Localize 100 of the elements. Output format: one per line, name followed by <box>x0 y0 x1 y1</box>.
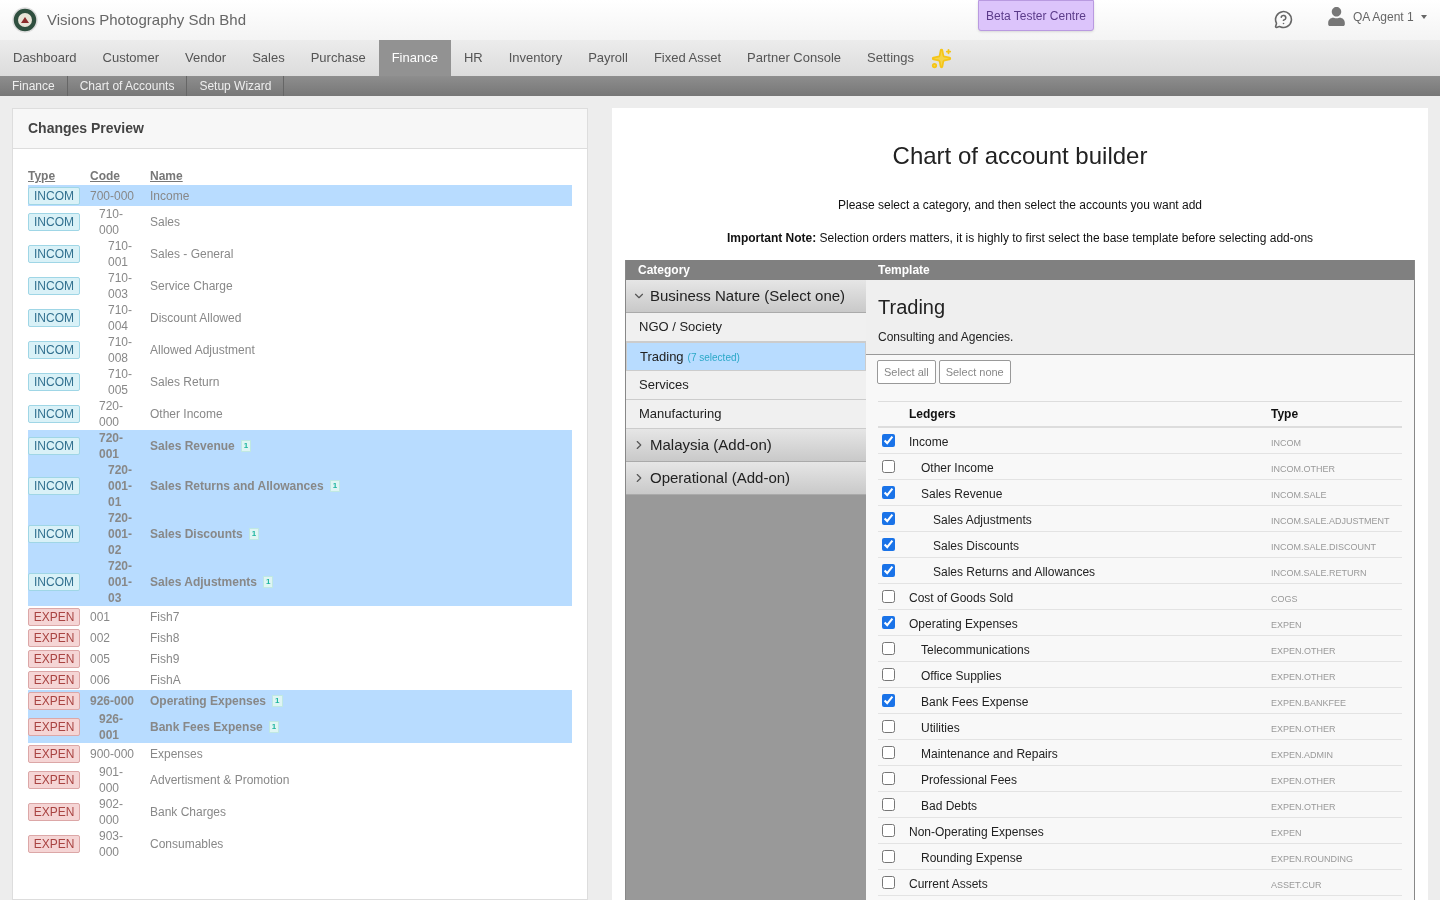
account-name: Sales Revenue <box>150 438 235 454</box>
user-menu[interactable]: QA Agent 1 <box>1327 7 1427 26</box>
column-header[interactable]: Name <box>150 167 183 185</box>
instruction-text: Please select a category, and then select the accounts you want add <box>838 197 1202 214</box>
category-item[interactable]: Services <box>626 371 866 400</box>
ledger-type: INCOM.SALE.ADJUSTMENT <box>1271 515 1390 526</box>
nav-tab[interactable]: Settings <box>854 40 928 76</box>
ledger-name: Bank Fees Expense <box>921 694 1029 709</box>
select-button[interactable]: Select all <box>877 360 936 384</box>
nav-tab[interactable]: Sales <box>239 40 298 76</box>
help-chat-icon[interactable] <box>1274 10 1293 29</box>
type-badge: INCOM <box>28 525 80 543</box>
ledger-type: EXPEN.OTHER <box>1271 645 1336 656</box>
ledger-name: Telecommunications <box>921 642 1030 657</box>
template-description: Consulting and Agencies. <box>878 329 1015 346</box>
ledger-checkbox[interactable] <box>882 460 895 473</box>
ledger-name: Rounding Expense <box>921 850 1023 865</box>
ledger-checkbox[interactable] <box>882 694 895 707</box>
account-code: 926-001 <box>99 711 125 743</box>
column-header[interactable]: Type <box>28 167 90 185</box>
account-name: Consumables <box>150 836 224 852</box>
type-badge: INCOM <box>28 186 80 205</box>
nav-tab[interactable]: Dashboard <box>0 40 90 76</box>
type-badge: EXPEN <box>28 718 80 736</box>
nav-tab[interactable]: Fixed Asset <box>640 40 735 76</box>
ledger-checkbox[interactable] <box>882 538 895 551</box>
column-header[interactable]: Code <box>90 167 150 185</box>
ledger-checkbox[interactable] <box>882 746 895 759</box>
ledger-checkbox[interactable] <box>882 486 895 499</box>
account-name: Advertisment & Promotion <box>150 772 290 788</box>
account-name: Allowed Adjustment <box>150 342 255 358</box>
category-group-header[interactable]: Business Nature (Select one) <box>626 280 866 313</box>
account-name: Fish8 <box>150 629 180 646</box>
ledger-name: Current Assets <box>909 876 988 891</box>
column-header: Type <box>1271 406 1300 423</box>
ledger-checkbox[interactable] <box>882 824 895 837</box>
beta-tester-button[interactable]: Beta Tester Centre <box>978 0 1094 31</box>
category-group-header[interactable]: Operational (Add-on) <box>626 462 866 495</box>
count-badge: 1 <box>329 480 341 492</box>
type-badge: EXPEN <box>28 771 80 789</box>
ledger-checkbox[interactable] <box>882 850 895 863</box>
nav-tab[interactable]: Purchase <box>297 40 379 76</box>
ledger-checkbox[interactable] <box>882 668 895 681</box>
category-item[interactable]: Trading (7 selected) <box>626 342 866 371</box>
account-code: 710-003 <box>108 270 134 302</box>
ledger-checkbox[interactable] <box>882 642 895 655</box>
select-button[interactable]: Select none <box>938 360 1011 384</box>
breadcrumb-link[interactable]: Chart of Accounts <box>67 76 188 96</box>
ledger-checkbox[interactable] <box>882 616 895 629</box>
nav-tab[interactable]: HR <box>450 40 496 76</box>
account-name: Income <box>150 187 190 204</box>
type-badge: EXPEN <box>28 691 80 710</box>
account-code: 926-000 <box>90 692 136 709</box>
ledger-checkbox[interactable] <box>882 564 895 577</box>
account-code: 720-000 <box>99 398 125 430</box>
breadcrumb-link[interactable]: Setup Wizard <box>187 76 285 96</box>
account-code: 710-000 <box>99 206 125 238</box>
account-code: 720-001-01 <box>108 462 134 510</box>
nav-tab[interactable]: Vendor <box>171 40 240 76</box>
ledger-type: INCOM.SALE.DISCOUNT <box>1271 541 1376 552</box>
ledger-checkbox[interactable] <box>882 512 895 525</box>
nav-tab[interactable]: Customer <box>89 40 172 76</box>
ledger-type: EXPEN.ROUNDING <box>1271 853 1353 864</box>
account-name: FishA <box>150 671 181 688</box>
account-code: 720-001 <box>99 430 125 462</box>
type-badge: INCOM <box>28 341 80 359</box>
account-code: 901-000 <box>99 764 125 796</box>
ledger-checkbox[interactable] <box>882 876 895 889</box>
account-code: 720-001-03 <box>108 558 134 606</box>
ledger-type: EXPEN.OTHER <box>1271 671 1336 682</box>
category-item[interactable]: Manufacturing <box>626 400 866 429</box>
type-badge: INCOM <box>28 245 80 263</box>
account-name: Fish7 <box>150 608 180 625</box>
nav-tab[interactable]: Inventory <box>495 40 576 76</box>
company-name: Visions Photography Sdn Bhd <box>47 9 247 30</box>
ledger-checkbox[interactable] <box>882 590 895 603</box>
ledger-type: EXPEN.OTHER <box>1271 775 1336 786</box>
category-item[interactable]: NGO / Society <box>626 313 866 342</box>
breadcrumb-link[interactable]: Finance <box>0 76 68 96</box>
nav-tab[interactable]: Payroll <box>575 40 641 76</box>
account-name: Sales Discounts <box>150 526 243 542</box>
ledger-checkbox[interactable] <box>882 798 895 811</box>
category-group-header[interactable]: Malaysia (Add-on) <box>626 429 866 462</box>
ledger-name: Income <box>909 434 949 449</box>
column-header: Category <box>638 262 690 279</box>
ledger-name: Sales Adjustments <box>933 512 1032 527</box>
ledger-type: EXPEN <box>1271 619 1302 630</box>
ledger-checkbox[interactable] <box>882 434 895 447</box>
ledger-checkbox[interactable] <box>882 720 895 733</box>
ledger-name: Utilities <box>921 720 960 735</box>
count-badge: 1 <box>272 694 283 707</box>
account-code: 710-004 <box>108 302 134 334</box>
ledger-type: INCOM.OTHER <box>1271 463 1335 474</box>
account-code: 710-001 <box>108 238 134 270</box>
account-code: 002 <box>90 629 112 646</box>
nav-tab[interactable]: Finance <box>378 40 451 76</box>
nav-tab[interactable]: Partner Console <box>734 40 855 76</box>
type-badge: INCOM <box>28 477 80 495</box>
ledger-type: EXPEN <box>1271 827 1302 838</box>
ledger-checkbox[interactable] <box>882 772 895 785</box>
